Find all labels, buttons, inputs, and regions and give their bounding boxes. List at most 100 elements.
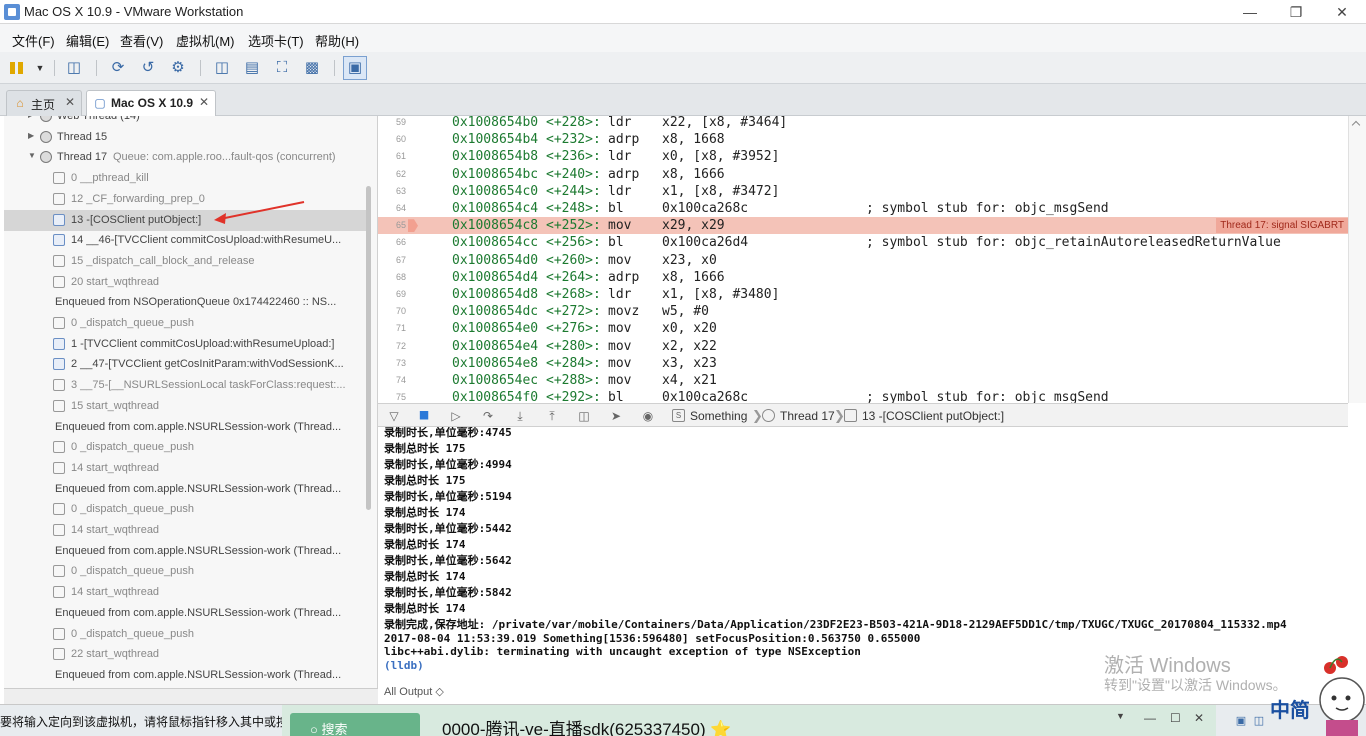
tray-volume-icon[interactable]: ◫ [1252,714,1266,728]
menu-file[interactable]: 文件(F) [12,31,55,50]
navigator-row[interactable]: 15 start_wqthread [4,396,366,417]
navigator-row[interactable]: Enqueued from com.apple.NSURLSession-wor… [4,479,366,500]
navigator-row[interactable]: 14 __46-[TVCClient commitCosUpload:withR… [4,230,366,251]
navigator-row[interactable]: 15 _dispatch_call_block_and_release [4,251,366,272]
unity-icon[interactable]: ▩ [302,58,322,78]
lldb-prompt[interactable]: (lldb) [384,658,424,674]
revert-snapshot-icon[interactable]: ↺ [138,58,158,78]
navigator-row[interactable]: 20 start_wqthread [4,272,366,293]
navigator-row[interactable]: 13 -[COSClient putObject:] [4,209,366,231]
navigator-row[interactable]: ▼ Thread 17 Queue: com.apple.roo...fault-q… [4,147,366,168]
code-line[interactable]: 74 0x1008654ec <+288>: mov x4, x21 [378,372,1348,389]
code-line[interactable]: 68 0x1008654d4 <+264>: adrp x8, 1666 [378,269,1348,286]
navigator-row[interactable]: Enqueued from com.apple.NSURLSession-wor… [4,603,366,624]
qq-search[interactable]: ○ 搜索 [290,713,420,736]
fullscreen-icon[interactable]: ⛶ [272,58,292,78]
navigator-row[interactable]: 3 __75-[__NSURLSessionLocal taskForClass… [4,375,366,396]
breakpoints-icon[interactable]: ⯀ [416,408,432,424]
close-icon[interactable]: ✕ [1194,711,1204,725]
code-line[interactable]: 59 0x1008654b0 <+228>: ldr x22, [x8, #3464] [378,116,1348,131]
navigator-row[interactable]: 22 start_wqthread [4,644,366,665]
navigator-row[interactable]: ▶ Thread 15 [4,127,366,148]
tab-vm[interactable]: ▢ Mac OS X 10.9 ✕ [86,90,216,116]
navigator-scrollbar[interactable] [366,186,371,510]
code-line[interactable]: 70 0x1008654dc <+272>: movz w5, #0 [378,303,1348,320]
navigator-row[interactable]: 0 __pthread_kill [4,168,366,189]
navigator-row[interactable]: 14 start_wqthread [4,520,366,541]
navigator-row[interactable]: Enqueued from NSOperationQueue 0x1744224… [4,292,366,313]
stretch-guest-icon[interactable]: ▣ [343,56,367,80]
code-line[interactable]: 61 0x1008654b8 <+236>: ldr x0, [x8, #3952] [378,148,1348,165]
dropdown-chevron-icon[interactable]: ▼ [30,58,50,78]
navigator-row[interactable]: 0 _dispatch_queue_push [4,561,366,582]
disclosure-closed-icon[interactable]: ▶ [28,131,34,140]
code-line[interactable]: 60 0x1008654b4 <+232>: adrp x8, 1668 [378,131,1348,148]
maximize-icon[interactable]: ☐ [1170,711,1181,725]
menu-edit[interactable]: 编辑(E) [66,31,109,50]
instruction-pointer-icon[interactable] [408,219,418,233]
disclosure-open-icon[interactable]: ▼ [28,151,36,160]
navigator-row[interactable]: ▶ Web Thread (14) [4,116,366,127]
navigator-row[interactable]: 12 _CF_forwarding_prep_0 [4,189,366,210]
view-hierarchy-icon[interactable]: ◫ [576,408,592,424]
camera-icon[interactable]: ◉ [640,408,656,424]
navigator-row[interactable]: 0 _dispatch_queue_push [4,437,366,458]
code-line[interactable]: 75 0x1008654f0 <+292>: bl 0x100ca268c ; symbo… [378,389,1348,403]
code-line[interactable]: 63 0x1008654c0 <+244>: ldr x1, [x8, #3472] [378,183,1348,200]
chevron-down-icon[interactable]: ▼ [1116,711,1125,721]
guest-screen[interactable]: ▶ Web Thread (14) ▶ Thread 15 ▼ Thread 17 Queu… [0,116,1366,704]
location-icon[interactable]: ➤ [608,408,624,424]
code-line[interactable]: 66 0x1008654cc <+256>: bl 0x100ca26d4 ; symbo… [378,234,1348,251]
close-icon[interactable]: ✕ [65,95,75,109]
output-filter[interactable]: All Output ◇ [384,685,444,698]
minimize-icon[interactable]: — [1237,2,1263,22]
code-line[interactable]: 72 0x1008654e4 <+280>: mov x2, x22 [378,338,1348,355]
disassembly-editor[interactable]: 59 0x1008654b0 <+228>: ldr x22, [x8, #3464] 6… [378,116,1348,403]
navigator-row[interactable]: 0 _dispatch_queue_push [4,499,366,520]
breadcrumb-app[interactable]: Something [690,409,747,423]
step-over-icon[interactable]: ↷ [480,408,496,424]
sidebar-icon[interactable]: ◫ [212,58,232,78]
navigator-row[interactable]: 1 -[TVCClient commitCosUpload:withResume… [4,334,366,355]
code-line[interactable]: 67 0x1008654d0 <+260>: mov x23, x0 [378,252,1348,269]
navigator-filter-bar[interactable] [4,688,378,704]
navigator-row[interactable]: 14 start_wqthread [4,582,366,603]
disclosure-closed-icon[interactable]: ▶ [28,116,34,119]
menu-vm[interactable]: 虚拟机(M) [176,31,235,50]
close-icon[interactable]: ✕ [1329,2,1355,22]
current-instruction-line[interactable]: 65 0x1008654c8 <+252>: mov x29, x29 Thread 17… [378,217,1348,235]
continue-icon[interactable]: ▷ [448,408,464,424]
step-out-icon[interactable]: ⤒ [544,408,560,424]
navigator-row[interactable]: Enqueued from com.apple.NSURLSession-wor… [4,541,366,562]
navigator-row[interactable]: 0 _dispatch_queue_push [4,624,366,645]
navigator-row[interactable]: 2 __47-[TVCClient getCosInitParam:withVo… [4,354,366,375]
minimize-icon[interactable]: — [1144,711,1156,725]
menu-tabs[interactable]: 选项卡(T) [248,31,304,50]
tab-home[interactable]: ⌂ 主页 ✕ [6,90,82,116]
code-line[interactable]: 62 0x1008654bc <+240>: adrp x8, 1666 [378,166,1348,183]
menu-help[interactable]: 帮助(H) [315,31,359,50]
code-line[interactable]: 69 0x1008654d8 <+268>: ldr x1, [x8, #3480] [378,286,1348,303]
pause-icon[interactable] [10,62,24,74]
qq-chat-window[interactable]: ○ 搜索 0000-腾讯-ve-直播sdk(625337450) ⭐ ▼ — ☐… [282,705,1216,736]
debug-console[interactable]: 激活 Windows 转到"设置"以激活 Windows。 All Output… [378,427,1366,704]
code-line[interactable]: 64 0x1008654c4 <+248>: bl 0x100ca268c ; symbo… [378,200,1348,217]
editor-scrollbar[interactable] [1348,116,1366,403]
snapshot-icon[interactable]: ⟳ [108,58,128,78]
restore-icon[interactable]: ❐ [1283,2,1309,22]
navigator-row[interactable]: 14 start_wqthread [4,458,366,479]
navigator-row[interactable]: 0 _dispatch_queue_push [4,313,366,334]
breadcrumb-thread[interactable]: Thread 17 [780,409,835,423]
code-line[interactable]: 71 0x1008654e0 <+276>: mov x0, x20 [378,320,1348,337]
navigator-row[interactable]: Enqueued from com.apple.NSURLSession-wor… [4,665,366,686]
code-line[interactable]: 73 0x1008654e8 <+284>: mov x3, x23 [378,355,1348,372]
tray-network-icon[interactable]: ▣ [1234,714,1248,728]
breadcrumb-frame[interactable]: 13 -[COSClient putObject:] [862,409,1004,423]
menu-view[interactable]: 查看(V) [120,31,163,50]
scroll-up-icon[interactable] [1351,120,1361,130]
console-view-icon[interactable]: ▤ [242,58,262,78]
hide-debug-area-icon[interactable]: ▽ [386,408,402,424]
network-icon[interactable]: ◫ [64,58,84,78]
close-icon[interactable]: ✕ [199,95,209,109]
navigator-row[interactable]: Enqueued from com.apple.NSURLSession-wor… [4,417,366,438]
